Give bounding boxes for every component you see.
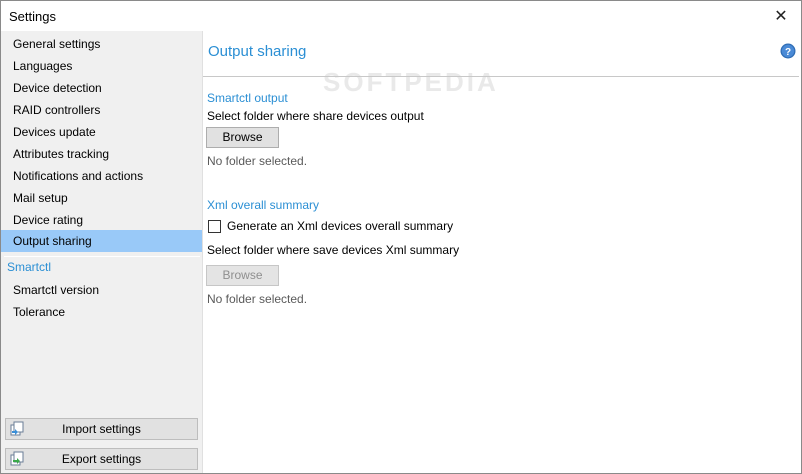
sidebar-divider [4,256,200,257]
sidebar-item-attributes-tracking[interactable]: Attributes tracking [1,143,202,165]
sidebar-section-smartctl: Smartctl [7,260,52,274]
xml-browse-button: Browse [206,265,279,286]
help-icon[interactable]: ? [780,43,796,59]
sidebar-item-mail-setup[interactable]: Mail setup [1,187,202,209]
export-settings-label: Export settings [61,452,142,466]
sidebar-item-devices-update[interactable]: Devices update [1,121,202,143]
header-divider [203,76,799,77]
xml-folder-status: No folder selected. [207,292,308,306]
page-title: Output sharing [208,43,307,60]
smartctl-folder-status: No folder selected. [207,154,308,168]
softpedia-watermark: SOFTPEDIA [323,67,499,97]
smartctl-output-description: Select folder where share devices output [207,109,424,123]
smartctl-browse-button[interactable]: Browse [206,127,279,148]
sidebar: General settings Languages Device detect… [1,31,203,473]
main-panel: SOFTPEDIA Output sharing ? Smartctl outp… [203,31,801,473]
title-bar: Settings ✕ [1,1,801,31]
import-settings-label: Import settings [62,422,141,436]
close-button[interactable]: ✕ [761,1,801,31]
sidebar-item-languages[interactable]: Languages [1,55,202,77]
sidebar-item-output-sharing[interactable]: Output sharing [1,230,202,252]
sidebar-item-tolerance[interactable]: Tolerance [1,301,202,323]
settings-window: Settings ✕ General settings Languages De… [0,0,802,474]
xml-summary-heading: Xml overall summary [207,198,320,212]
sidebar-item-general-settings[interactable]: General settings [1,33,202,55]
close-icon: ✕ [774,8,788,25]
import-settings-button[interactable]: Import settings [5,418,198,440]
xml-summary-description: Select folder where save devices Xml sum… [207,243,460,257]
sidebar-item-raid-controllers[interactable]: RAID controllers [1,99,202,121]
sidebar-item-device-detection[interactable]: Device detection [1,77,202,99]
generate-xml-checkbox-label[interactable]: Generate an Xml devices overall summary [227,219,453,233]
sidebar-item-device-rating[interactable]: Device rating [1,209,202,231]
generate-xml-checkbox[interactable] [208,220,221,233]
svg-text:?: ? [785,47,791,58]
window-title: Settings [9,9,56,24]
smartctl-output-heading: Smartctl output [207,91,288,105]
sidebar-item-smartctl-version[interactable]: Smartctl version [1,279,202,301]
export-settings-button[interactable]: Export settings [5,448,198,470]
sidebar-item-notifications-and-actions[interactable]: Notifications and actions [1,165,202,187]
